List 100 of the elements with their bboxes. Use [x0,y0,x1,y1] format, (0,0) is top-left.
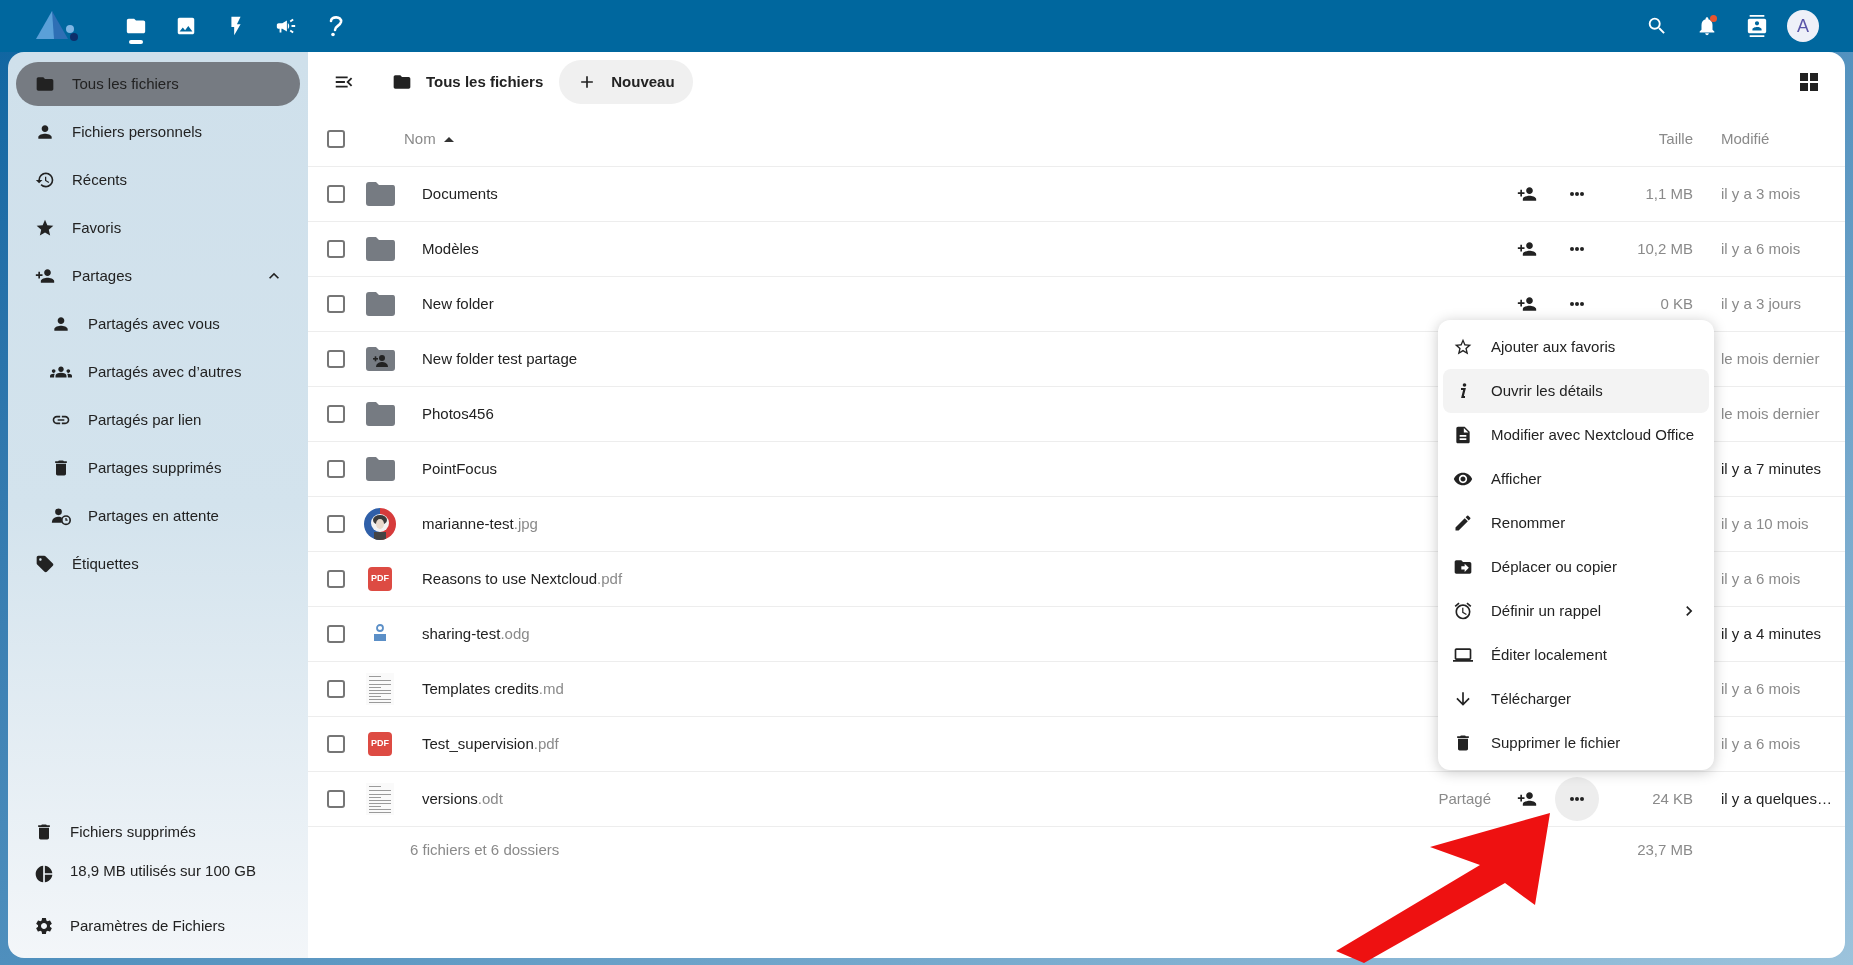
folder-move-icon [1453,557,1473,577]
file-name[interactable]: Templates credits.md [422,677,564,701]
nav-item[interactable]: Paramètres de Fichiers [16,904,300,948]
nav-item[interactable]: Partages [16,254,300,298]
search-icon [1646,15,1668,37]
modified-cell: il y a 7 minutes [1721,460,1822,477]
history-icon [35,170,55,190]
modified-cell: il y a 6 mois [1721,680,1801,697]
pie-chart-icon [34,864,54,884]
folder-icon [364,181,396,207]
grid-icon [1800,73,1818,91]
settings-icon [34,916,54,936]
nav-item[interactable]: Tous les fichiers [16,62,300,106]
star-icon [35,218,55,238]
checkbox[interactable] [327,735,345,753]
checkbox[interactable] [327,680,345,698]
checkbox[interactable] [327,625,345,643]
folder-icon [392,72,412,92]
ellipsis-icon [1570,797,1584,801]
menu-item[interactable]: Renommer [1443,501,1709,545]
avatar[interactable]: A [1787,10,1819,42]
menu-item[interactable]: Ouvrir les détails [1443,369,1709,413]
file-name[interactable]: Documents [422,182,498,206]
nav-item[interactable]: Étiquettes [16,542,300,586]
quota-item[interactable]: 18,9 MB utilisés sur 100 GB [16,854,300,904]
modified-cell: il y a 6 mois [1721,735,1801,752]
nav-item[interactable]: Fichiers personnels [16,110,300,154]
file-name[interactable]: New folder test partage [422,347,578,371]
file-name[interactable]: Reasons to use Nextcloud.pdf [422,567,623,591]
file-name[interactable]: New folder [422,292,494,316]
checkbox[interactable] [327,515,345,533]
summary-text: 6 fichiers et 6 dossiers [410,839,560,860]
file-name[interactable]: marianne-test.jpg [422,512,538,536]
size-cell: 24 KB [1652,790,1693,807]
modified-cell: il y a 3 jours [1721,295,1802,312]
size-cell: 10,2 MB [1637,240,1693,257]
checkbox[interactable] [327,130,345,148]
checkbox[interactable] [327,405,345,423]
ellipsis-icon [1570,192,1584,196]
tags-icon [35,554,55,574]
person-add-icon [1517,184,1537,204]
share-status: Partagé [1438,788,1491,809]
file-name[interactable]: Modèles [422,237,479,261]
menu-item[interactable]: Supprimer le fichier [1443,721,1709,765]
star-icon [1453,337,1473,357]
file-name[interactable]: sharing-test.odg [422,622,530,646]
file-name[interactable]: Photos456 [422,402,494,426]
ellipsis-icon [1570,302,1584,306]
nav-item[interactable]: Fichiers supprimés [16,810,300,854]
logo-icon[interactable] [34,9,80,43]
nav-item[interactable]: Partages supprimés [16,446,300,490]
nav-item[interactable]: Favoris [16,206,300,250]
checkbox[interactable] [327,295,345,313]
person-add-icon [1517,789,1537,809]
modified-cell: il y a quelques… [1721,790,1832,807]
shared-folder-icon [364,346,396,372]
image-icon [175,15,197,37]
nav-item[interactable]: Partages en attente [16,494,300,538]
more-button[interactable] [1555,777,1599,821]
size-cell: 1,1 MB [1645,185,1693,202]
modified-cell: il y a 3 mois [1721,185,1801,202]
contact-card-icon [1746,15,1768,37]
folder-icon [364,401,396,427]
nav-item[interactable]: Partagés par lien [16,398,300,442]
column-header[interactable]: Nom [404,127,454,151]
nav-item[interactable]: Partagés avec vous [16,302,300,346]
file-row[interactable]: versions.odt Partagé 24 KB il y a quelques… [308,772,1845,827]
modified-cell: il y a 4 minutes [1721,625,1822,642]
pdf-icon: PDF [368,567,392,591]
breadcrumb[interactable]: Tous les fichiers [392,70,544,94]
checkbox[interactable] [327,185,345,203]
document-thumbnail-icon [366,673,394,705]
modified-cell: le mois dernier [1721,350,1820,367]
info-icon [1459,383,1467,399]
folder-icon [364,291,396,317]
size-cell: 0 KB [1660,295,1693,312]
folder-icon [364,236,396,262]
alarm-clock-icon [1453,601,1473,621]
checkbox[interactable] [327,240,345,258]
pencil-icon [1453,513,1473,533]
file-row[interactable]: Modèles 10,2 MB il y a 6 mois [308,222,1845,277]
file-name[interactable]: versions.odt [422,787,503,811]
nav-item[interactable]: Récents [16,158,300,202]
folder-icon [35,74,55,94]
file-name[interactable]: PointFocus [422,457,498,481]
total-size: 23,7 MB [1637,841,1693,858]
person-clock-icon [51,506,71,526]
person-add-icon [1517,239,1537,259]
help-icon [327,15,345,37]
laptop-icon [1453,645,1473,665]
checkbox[interactable] [327,570,345,588]
new-button[interactable]: Nouveau [559,60,693,104]
modified-cell: il y a 6 mois [1721,240,1801,257]
file-name[interactable]: Test_supervision.pdf [422,732,559,756]
document-icon [1453,425,1473,445]
checkbox[interactable] [327,460,345,478]
nav-item[interactable]: Partagés avec d’autres [16,350,300,394]
checkbox[interactable] [327,790,345,808]
checkbox[interactable] [327,350,345,368]
file-row[interactable]: Documents 1,1 MB il y a 3 mois [308,167,1845,222]
